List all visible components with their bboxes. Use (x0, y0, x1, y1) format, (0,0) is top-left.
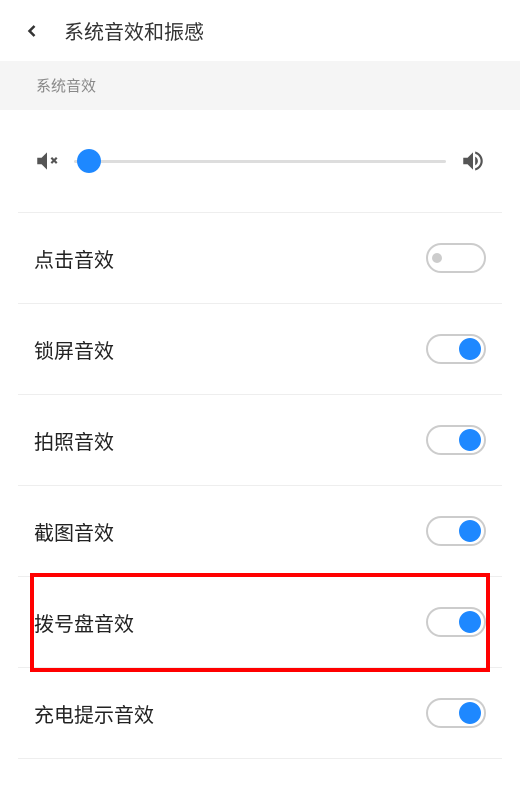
setting-label: 点击音效 (34, 244, 114, 273)
volume-max-icon (460, 148, 486, 174)
volume-slider-row (18, 110, 502, 213)
toggle-switch[interactable] (426, 334, 486, 364)
setting-row: 拨号盘音效 (18, 577, 502, 668)
setting-row: 截图音效 (18, 486, 502, 577)
setting-row: 锁屏音效 (18, 304, 502, 395)
volume-slider[interactable] (74, 160, 446, 163)
toggle-switch[interactable] (426, 243, 486, 273)
header: 系统音效和振感 (0, 0, 520, 61)
toggle-thumb (459, 338, 481, 360)
setting-row: 点击音效 (18, 213, 502, 304)
setting-label: 截图音效 (34, 517, 114, 546)
volume-mute-icon (34, 148, 60, 174)
section-header: 系统音效 (0, 61, 520, 110)
toggle-switch[interactable] (426, 516, 486, 546)
toggle-thumb (459, 611, 481, 633)
slider-thumb[interactable] (77, 149, 101, 173)
content: 点击音效锁屏音效拍照音效截图音效拨号盘音效充电提示音效 (0, 110, 520, 759)
setting-label: 拍照音效 (34, 426, 114, 455)
toggle-thumb (459, 429, 481, 451)
setting-label: 拨号盘音效 (34, 608, 134, 637)
setting-row: 拍照音效 (18, 395, 502, 486)
toggle-switch[interactable] (426, 425, 486, 455)
setting-row: 充电提示音效 (18, 668, 502, 759)
toggle-thumb (459, 702, 481, 724)
toggle-switch[interactable] (426, 698, 486, 728)
setting-label: 充电提示音效 (34, 699, 154, 728)
toggle-thumb (459, 520, 481, 542)
page-title: 系统音效和振感 (64, 16, 204, 45)
setting-label: 锁屏音效 (34, 335, 114, 364)
back-icon[interactable] (20, 19, 44, 43)
toggle-switch[interactable] (426, 607, 486, 637)
toggle-thumb (432, 253, 442, 263)
